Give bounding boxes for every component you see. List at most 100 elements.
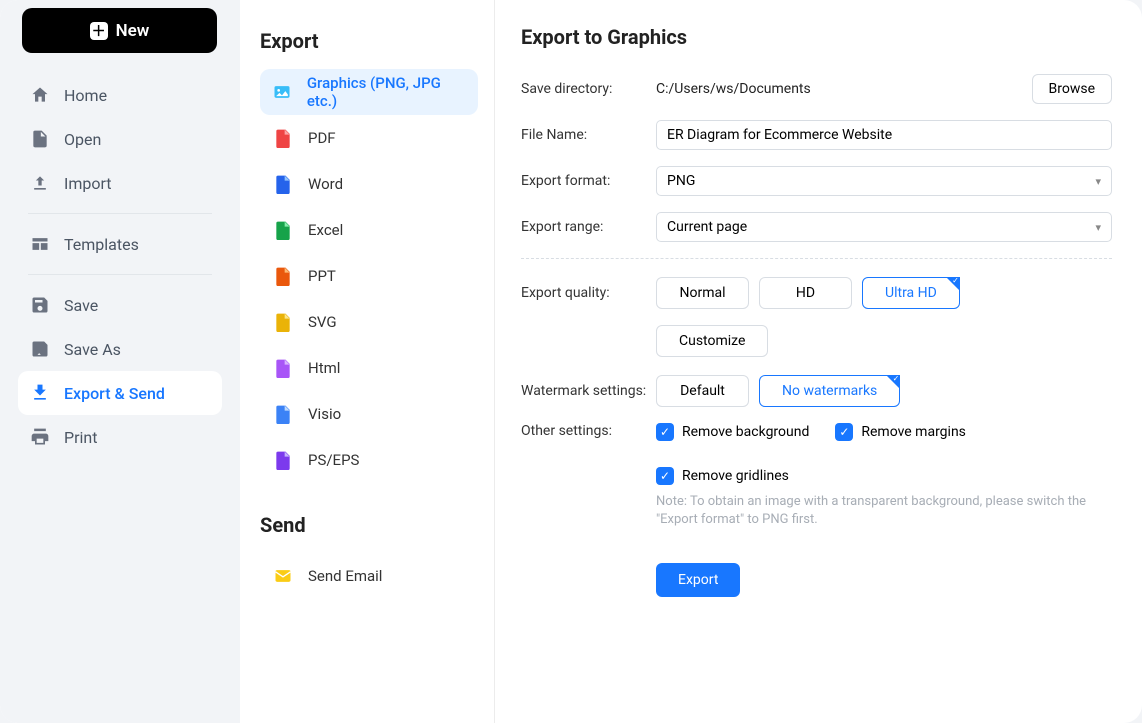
visio-icon [272, 403, 294, 425]
pseps-icon [272, 449, 294, 471]
file-name-input[interactable] [656, 120, 1112, 150]
quality-normal-button[interactable]: Normal [656, 277, 749, 309]
option-label: PDF [308, 129, 336, 147]
export-settings-panel: Export to Graphics Save directory: C:/Us… [495, 0, 1142, 723]
option-visio[interactable]: Visio [260, 391, 478, 437]
html-icon [272, 357, 294, 379]
nav-list: Home Open Import Templates Save [12, 73, 228, 459]
checkbox-label: Remove gridlines [682, 468, 789, 484]
export-format-label: Export format: [521, 173, 656, 189]
browse-button[interactable]: Browse [1032, 74, 1112, 104]
watermark-default-button[interactable]: Default [656, 375, 749, 407]
nav-label: Print [64, 428, 97, 447]
sidebar: ＋ New Home Open Import Templates [0, 0, 240, 723]
pdf-icon [272, 127, 294, 149]
home-icon [30, 85, 50, 105]
nav-label: Open [64, 130, 101, 149]
selected-check-icon [886, 375, 900, 389]
file-name-label: File Name: [521, 127, 656, 143]
export-format-select[interactable]: PNG ▾ [656, 166, 1112, 196]
nav-label: Templates [64, 235, 139, 254]
checkbox-checked-icon: ✓ [835, 423, 853, 441]
export-type-panel: Export Graphics (PNG, JPG etc.) PDF Word… [240, 0, 495, 723]
excel-icon [272, 219, 294, 241]
save-icon [30, 295, 50, 315]
export-icon [30, 383, 50, 403]
nav-print[interactable]: Print [18, 415, 222, 459]
option-label: PPT [308, 267, 336, 285]
send-section-title: Send [260, 513, 478, 537]
pill-label: No watermarks [782, 383, 877, 399]
quality-customize-button[interactable]: Customize [656, 325, 768, 357]
save-directory-value: C:/Users/ws/Documents [656, 81, 1022, 97]
option-label: Visio [308, 405, 341, 423]
pill-label: Ultra HD [885, 285, 937, 301]
watermark-none-button[interactable]: No watermarks [759, 375, 900, 407]
app-window: ＋ New Home Open Import Templates [0, 0, 1142, 723]
option-ppt[interactable]: PPT [260, 253, 478, 299]
chevron-down-icon: ▾ [1095, 221, 1101, 234]
option-excel[interactable]: Excel [260, 207, 478, 253]
nav-label: Import [64, 174, 112, 193]
ppt-icon [272, 265, 294, 287]
open-icon [30, 129, 50, 149]
option-graphics[interactable]: Graphics (PNG, JPG etc.) [260, 69, 478, 115]
checkbox-label: Remove margins [861, 424, 966, 440]
print-icon [30, 427, 50, 447]
nav-open[interactable]: Open [18, 117, 222, 161]
watermark-label: Watermark settings: [521, 383, 656, 399]
remove-margins-checkbox[interactable]: ✓ Remove margins [835, 423, 966, 441]
email-icon [272, 565, 294, 587]
quality-hd-button[interactable]: HD [759, 277, 852, 309]
selected-check-icon [946, 277, 960, 291]
save-as-icon [30, 339, 50, 359]
option-label: SVG [308, 313, 337, 331]
nav-save[interactable]: Save [18, 283, 222, 327]
option-send-email[interactable]: Send Email [260, 553, 478, 599]
checkbox-checked-icon: ✓ [656, 467, 674, 485]
option-html[interactable]: Html [260, 345, 478, 391]
nav-export-send[interactable]: Export & Send [18, 371, 222, 415]
remove-gridlines-checkbox[interactable]: ✓ Remove gridlines [656, 467, 789, 485]
nav-save-as[interactable]: Save As [18, 327, 222, 371]
nav-label: Home [64, 86, 107, 105]
save-directory-label: Save directory: [521, 81, 656, 97]
nav-separator [28, 213, 212, 214]
checkbox-label: Remove background [682, 424, 809, 440]
nav-import[interactable]: Import [18, 161, 222, 205]
option-label: Html [308, 359, 340, 377]
option-pdf[interactable]: PDF [260, 115, 478, 161]
templates-icon [30, 234, 50, 254]
graphics-icon [272, 81, 293, 103]
option-label: Excel [308, 221, 343, 239]
other-settings-label: Other settings: [521, 423, 656, 439]
option-svg[interactable]: SVG [260, 299, 478, 345]
word-icon [272, 173, 294, 195]
export-section-title: Export [260, 29, 478, 53]
transparency-note: Note: To obtain an image with a transpar… [656, 493, 1112, 529]
export-quality-label: Export quality: [521, 285, 656, 301]
select-value: Current page [667, 219, 747, 235]
nav-templates[interactable]: Templates [18, 222, 222, 266]
plus-icon: ＋ [90, 22, 108, 40]
nav-label: Save [64, 296, 98, 315]
new-button[interactable]: ＋ New [22, 8, 217, 53]
select-value: PNG [667, 173, 695, 189]
export-button[interactable]: Export [656, 563, 740, 597]
svg-icon [272, 311, 294, 333]
export-range-select[interactable]: Current page ▾ [656, 212, 1112, 242]
option-word[interactable]: Word [260, 161, 478, 207]
remove-background-checkbox[interactable]: ✓ Remove background [656, 423, 809, 441]
option-label: Graphics (PNG, JPG etc.) [307, 74, 466, 110]
option-pseps[interactable]: PS/EPS [260, 437, 478, 483]
checkbox-checked-icon: ✓ [656, 423, 674, 441]
nav-home[interactable]: Home [18, 73, 222, 117]
import-icon [30, 173, 50, 193]
chevron-down-icon: ▾ [1095, 175, 1101, 188]
nav-separator [28, 274, 212, 275]
nav-label: Save As [64, 340, 121, 359]
option-label: Word [308, 175, 343, 193]
option-label: PS/EPS [308, 451, 359, 469]
quality-ultrahd-button[interactable]: Ultra HD [862, 277, 960, 309]
panel-title: Export to Graphics [521, 25, 1112, 49]
